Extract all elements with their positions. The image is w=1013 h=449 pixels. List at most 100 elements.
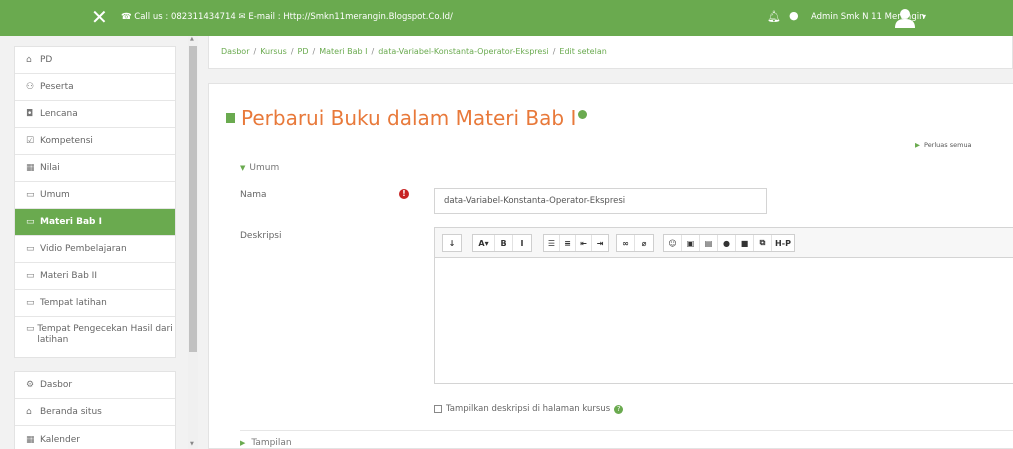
link-button[interactable]: ∞ bbox=[617, 235, 635, 251]
section-appearance-toggle[interactable]: ▶ Tampilan bbox=[240, 438, 292, 448]
sidebar-item-label: Materi Bab II bbox=[40, 271, 97, 281]
description-textarea[interactable] bbox=[435, 258, 1013, 385]
sidebar-item-nilai[interactable]: ▦ Nilai bbox=[15, 155, 175, 182]
breadcrumb-link[interactable]: Edit setelan bbox=[559, 47, 606, 56]
dashboard-icon: ⚙ bbox=[26, 380, 35, 390]
outdent-button[interactable]: ⇤ bbox=[576, 235, 592, 251]
record-video-button[interactable]: ■ bbox=[736, 235, 754, 251]
name-input[interactable]: data-Variabel-Konstanta-Operator-Ekspres… bbox=[434, 188, 767, 214]
sidebar-item-peserta[interactable]: ⚇ Peserta bbox=[15, 74, 175, 101]
bell-icon[interactable]: 🔔︎ bbox=[767, 10, 781, 23]
sidebar-item-label: Kompetensi bbox=[40, 136, 93, 146]
sidebar-item-label: Tempat latihan bbox=[40, 298, 107, 308]
record-audio-button[interactable]: ● bbox=[718, 235, 736, 251]
table-icon: ▦ bbox=[26, 163, 35, 173]
sidebar-item-label: Beranda situs bbox=[40, 407, 102, 417]
page-title-text: Perbarui Buku dalam Materi Bab I bbox=[241, 106, 577, 130]
folder-icon: ▭ bbox=[26, 244, 35, 254]
font-size-button[interactable]: A▾ bbox=[473, 235, 495, 251]
emoticon-button[interactable]: ☺ bbox=[664, 235, 682, 251]
sidebar-item-beranda-situs[interactable]: ⌂ Beranda situs bbox=[15, 399, 175, 426]
top-navbar: ✕ ☎ Call us : 082311434714 ✉ E-mail : Ht… bbox=[0, 0, 1013, 36]
expand-all-link[interactable]: ▶ Perluas semua bbox=[915, 141, 972, 149]
breadcrumb-link[interactable]: Kursus bbox=[260, 47, 287, 56]
breadcrumb-link[interactable]: Materi Bab I bbox=[319, 47, 367, 56]
sidebar-item-materi-bab-ii[interactable]: ▭ Materi Bab II bbox=[15, 263, 175, 290]
folder-icon: ▭ bbox=[26, 217, 35, 227]
sidebar-scrollbar[interactable]: ▲ ▼ bbox=[188, 36, 198, 449]
page-title: Perbarui Buku dalam Materi Bab I bbox=[226, 106, 588, 130]
expand-all-label: Perluas semua bbox=[924, 141, 972, 149]
sidebar-item-tempat-pengecekan-hasil-dari-latihan[interactable]: ▭ Tempat Pengecekan Hasil dari latihan bbox=[15, 317, 175, 357]
breadcrumb-separator: / bbox=[290, 47, 294, 56]
sidebar-item-dasbor[interactable]: ⚙ Dasbor bbox=[15, 372, 175, 399]
breadcrumb: Dasbor / Kursus / PD / Materi Bab I / data-Varia… bbox=[221, 47, 607, 56]
sidebar-item-label: Peserta bbox=[40, 82, 74, 92]
caret-right-icon: ▶ bbox=[915, 141, 920, 149]
sidebar-item-label: Nilai bbox=[40, 163, 60, 173]
sidebar-item-label: Umum bbox=[40, 190, 70, 200]
show-description-row: Tampilkan deskripsi di halaman kursus ? bbox=[434, 404, 624, 414]
sidebar-item-materi-bab-i[interactable]: ▭ Materi Bab I bbox=[15, 209, 175, 236]
h5p-button[interactable]: H-P bbox=[772, 235, 794, 251]
sidebar-item-label: Tempat Pengecekan Hasil dari latihan bbox=[37, 324, 173, 345]
bullet-list-button[interactable]: ☰ bbox=[544, 235, 560, 251]
sidebar-item-kompetensi[interactable]: ☑ Kompetensi bbox=[15, 128, 175, 155]
show-description-checkbox[interactable] bbox=[434, 405, 442, 413]
toolbar-group: A▾ B I bbox=[472, 234, 532, 252]
bold-button[interactable]: B bbox=[495, 235, 513, 251]
scrollbar-thumb[interactable] bbox=[189, 46, 197, 352]
folder-icon: ▭ bbox=[26, 190, 35, 200]
required-icon: ! bbox=[399, 189, 409, 199]
chat-icon[interactable]: ● bbox=[789, 9, 799, 22]
sidebar-item-pd[interactable]: ⌂ PD bbox=[15, 47, 175, 74]
graduation-cap-icon: ⌂ bbox=[26, 55, 32, 65]
sidebar-item-vidio-pembelajaran[interactable]: ▭ Vidio Pembelajaran bbox=[15, 236, 175, 263]
page-header: Dasbor / Kursus / PD / Materi Bab I / data-Varia… bbox=[208, 36, 1013, 69]
contact-info: ☎ Call us : 082311434714 ✉ E-mail : Http… bbox=[121, 12, 453, 22]
section-general-label: Umum bbox=[249, 163, 280, 173]
breadcrumb-link[interactable]: Dasbor bbox=[221, 47, 250, 56]
numbered-list-button[interactable]: ≡ bbox=[560, 235, 576, 251]
manage-files-button[interactable]: ⧉ bbox=[754, 235, 772, 251]
breadcrumb-link[interactable]: PD bbox=[298, 47, 309, 56]
avatar-icon[interactable] bbox=[893, 6, 917, 30]
section-general-toggle[interactable]: ▼ Umum bbox=[240, 163, 279, 173]
shield-icon: ◘ bbox=[26, 109, 34, 119]
sidebar-item-kalender[interactable]: ▦ Kalender bbox=[15, 426, 175, 449]
sidebar-item-tempat-latihan[interactable]: ▭ Tempat latihan bbox=[15, 290, 175, 317]
sidebar-item-label: Dasbor bbox=[40, 380, 73, 390]
italic-button[interactable]: I bbox=[513, 235, 531, 251]
sidebar-site-nav: ⚙ Dasbor ⌂ Beranda situs ▦ Kalender bbox=[14, 371, 176, 449]
folder-icon: ▭ bbox=[26, 324, 35, 334]
calendar-icon: ▦ bbox=[26, 434, 35, 445]
description-label: Deskripsi bbox=[240, 231, 282, 241]
name-label: Nama bbox=[240, 190, 267, 200]
book-icon bbox=[226, 113, 235, 123]
show-description-label: Tampilkan deskripsi di halaman kursus bbox=[446, 404, 611, 414]
help-icon[interactable] bbox=[578, 110, 588, 119]
media-button[interactable]: ▤ bbox=[700, 235, 718, 251]
indent-button[interactable]: ⇥ bbox=[592, 235, 608, 251]
description-editor: ↓ A▾ B I ☰ ≡ ⇤ ⇥ ∞ ⌀ ☺ ▣ ▤ ● ■ ⧉ H-P bbox=[434, 227, 1013, 384]
scroll-down-icon[interactable]: ▼ bbox=[190, 441, 194, 447]
sidebar-item-lencana[interactable]: ◘ Lencana bbox=[15, 101, 175, 128]
scroll-up-icon[interactable]: ▲ bbox=[190, 36, 194, 42]
sidebar-item-label: PD bbox=[40, 55, 53, 65]
close-icon[interactable]: ✕ bbox=[91, 7, 108, 27]
breadcrumb-separator: / bbox=[552, 47, 556, 56]
caret-down-icon: ▼ bbox=[240, 164, 246, 172]
toolbar-group: ∞ ⌀ bbox=[616, 234, 654, 252]
toggle-toolbar-button[interactable]: ↓ bbox=[443, 235, 461, 251]
breadcrumb-separator: / bbox=[253, 47, 257, 56]
unlink-button[interactable]: ⌀ bbox=[635, 235, 653, 251]
chevron-down-icon[interactable]: ▾ bbox=[922, 12, 926, 21]
home-icon: ⌂ bbox=[26, 407, 32, 417]
caret-right-icon: ▶ bbox=[240, 439, 246, 447]
sidebar-item-umum[interactable]: ▭ Umum bbox=[15, 182, 175, 209]
folder-icon: ▭ bbox=[26, 298, 35, 308]
help-icon[interactable]: ? bbox=[614, 404, 624, 414]
image-button[interactable]: ▣ bbox=[682, 235, 700, 251]
breadcrumb-link[interactable]: data-Variabel-Konstanta-Operator-Ekspres… bbox=[378, 47, 549, 56]
sidebar-item-label: Vidio Pembelajaran bbox=[40, 244, 127, 254]
